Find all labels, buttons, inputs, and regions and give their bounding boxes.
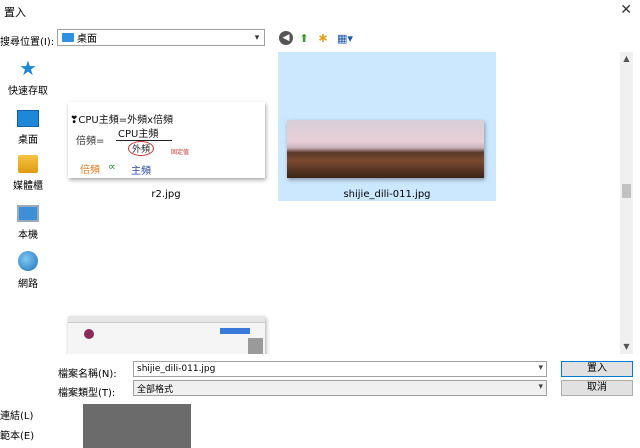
back-icon[interactable]: ◀ <box>279 31 293 45</box>
lookin-label: 搜尋位置(I): <box>0 37 55 48</box>
place-label: 快速存取 <box>8 86 48 97</box>
image-preview <box>83 404 191 448</box>
file-name: shijie_dili-011.jpg <box>343 189 431 200</box>
filetype-select[interactable]: 全部格式 ▾ <box>133 380 547 396</box>
close-icon[interactable]: ✕ <box>620 2 632 18</box>
place-desktop[interactable]: 桌面 <box>0 110 56 146</box>
filename-label: 檔案名稱(N): <box>58 369 117 380</box>
template-checkbox-label[interactable]: 範本(E) <box>0 427 34 442</box>
scroll-up-icon[interactable]: ▲ <box>620 52 633 66</box>
place-label: 桌面 <box>18 135 38 146</box>
place-library[interactable]: 媒體櫃 <box>0 155 56 192</box>
file-item-selected[interactable]: shijie_dili-011.jpg <box>278 52 496 201</box>
library-icon <box>18 155 38 173</box>
window-title: 置入 <box>4 6 26 19</box>
place-label: 媒體櫃 <box>13 181 43 192</box>
scroll-thumb[interactable] <box>622 184 631 198</box>
link-checkbox-label[interactable]: 連結(L) <box>0 407 33 422</box>
places-bar: ★ 快速存取 桌面 媒體櫃 本機 網路 <box>0 52 56 354</box>
computer-icon <box>17 205 39 222</box>
file-list[interactable]: ❣CPU主頻=外頻x倍頻 倍頻= CPU主頻 外頻 固定值 倍頻 ∝ 主頻 r2… <box>56 52 620 354</box>
filename-input[interactable]: shijie_dili-011.jpg ▾ <box>133 361 547 377</box>
lookin-combobox[interactable]: 桌面 ▾ <box>57 29 265 46</box>
place-label: 本機 <box>18 230 38 241</box>
chevron-down-icon[interactable]: ▾ <box>538 363 543 373</box>
vertical-scrollbar[interactable]: ▲ ▼ <box>620 52 633 354</box>
cancel-button[interactable]: 取消 <box>561 380 633 396</box>
place-button[interactable]: 置入 <box>561 361 633 377</box>
place-label: 網路 <box>18 279 38 290</box>
file-item[interactable] <box>56 252 276 354</box>
star-icon: ★ <box>19 56 37 80</box>
view-menu-icon[interactable]: ▦▾ <box>335 30 355 46</box>
new-folder-icon[interactable]: ✱ <box>315 30 331 46</box>
up-folder-icon[interactable]: ⬆ <box>297 30 311 46</box>
folder-icon <box>62 33 74 42</box>
place-network[interactable]: 網路 <box>0 251 56 290</box>
chevron-down-icon[interactable]: ▾ <box>538 382 543 392</box>
thumbnail: ❣CPU主頻=外頻x倍頻 倍頻= CPU主頻 外頻 固定值 倍頻 ∝ 主頻 <box>68 102 265 178</box>
chevron-down-icon[interactable]: ▾ <box>250 33 264 43</box>
scroll-down-icon[interactable]: ▼ <box>620 340 633 354</box>
file-name: r2.jpg <box>151 189 181 200</box>
thumbnail <box>287 120 484 178</box>
thumbnail <box>68 316 265 354</box>
desktop-icon <box>17 110 39 127</box>
file-item[interactable]: ❣CPU主頻=外頻x倍頻 倍頻= CPU主頻 外頻 固定值 倍頻 ∝ 主頻 r2… <box>56 52 276 202</box>
lookin-value: 桌面 <box>77 34 97 45</box>
place-this-pc[interactable]: 本機 <box>0 205 56 241</box>
filetype-label: 檔案類型(T): <box>58 388 116 399</box>
place-quick-access[interactable]: ★ 快速存取 <box>0 58 56 97</box>
network-icon <box>18 251 38 271</box>
